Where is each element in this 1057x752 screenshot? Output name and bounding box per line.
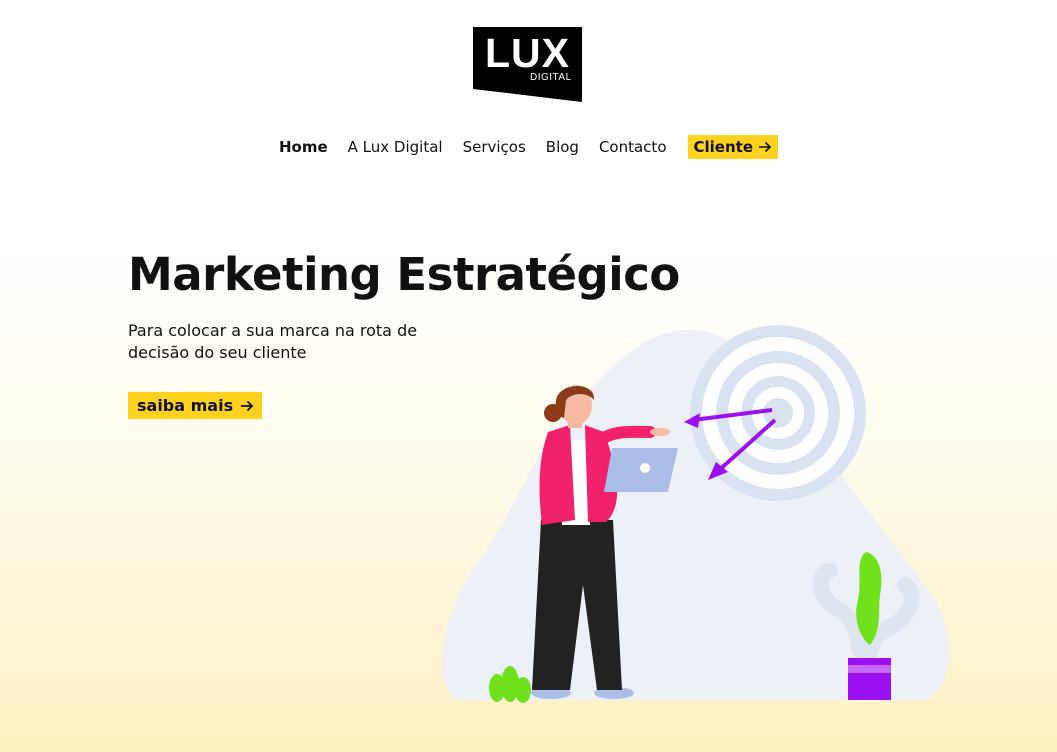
main-nav: Home A Lux Digital Serviços Blog Contact… [0, 135, 1057, 159]
cliente-button[interactable]: Cliente [687, 135, 778, 159]
arrow-right-icon [759, 141, 772, 153]
logo-subtext: DIGITAL [530, 72, 572, 83]
arrow-right-icon [241, 400, 254, 411]
nav-servicos[interactable]: Serviços [463, 136, 526, 158]
hero-illustration [442, 325, 950, 703]
logo-text: LUX [485, 30, 570, 76]
saiba-mais-button[interactable]: saiba mais [128, 392, 263, 419]
brand-logo[interactable]: LUX DIGITAL [473, 27, 582, 102]
nav-contacto[interactable]: Contacto [599, 136, 667, 158]
nav-home[interactable]: Home [279, 136, 328, 158]
hero-subtitle: Para colocar a sua marca na rota de deci… [128, 321, 418, 362]
nav-a-lux-digital[interactable]: A Lux Digital [348, 136, 443, 158]
cliente-label: Cliente [693, 138, 754, 156]
nav-blog[interactable]: Blog [546, 136, 579, 158]
saiba-mais-label: saiba mais [137, 396, 234, 415]
hero-title: Marketing Estratégico [128, 248, 680, 301]
